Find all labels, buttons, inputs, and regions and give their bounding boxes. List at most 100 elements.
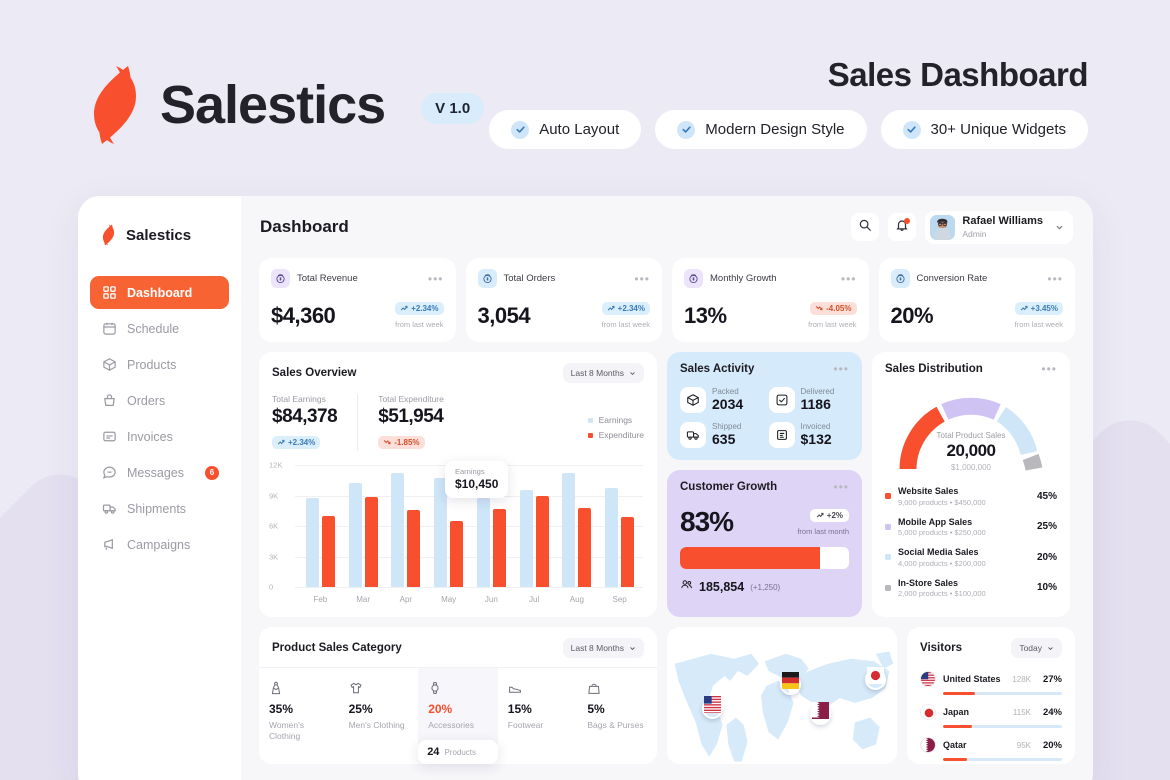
sidebar-item-invoices[interactable]: Invoices: [90, 420, 229, 453]
sidebar-item-schedule[interactable]: Schedule: [90, 312, 229, 345]
chart-bar[interactable]: [365, 497, 378, 587]
chart-bar[interactable]: [450, 521, 463, 587]
distribution-row: In-Store Sales2,000 products • $100,0001…: [885, 573, 1057, 604]
sidebar-item-campaigns[interactable]: Campaigns: [90, 528, 229, 561]
activity-label: Packed: [712, 387, 743, 396]
customer-growth-header: Customer Growth •••: [667, 470, 862, 493]
user-info: Rafael Williams Admin: [962, 215, 1043, 238]
page-title: Dashboard: [260, 217, 349, 237]
kpi-more-icon[interactable]: •••: [428, 276, 444, 282]
sales-activity-card: Sales Activity ••• Packed: [667, 352, 862, 460]
map-pin-qatar[interactable]: [810, 702, 831, 727]
chart-y-tick: 12K: [269, 461, 291, 470]
kpi-value: $4,360: [271, 303, 335, 329]
psc-cell-womens-clothing[interactable]: 35% Women's Clothing: [259, 668, 339, 757]
kpi-card-conversion-rate[interactable]: Conversion Rate ••• 20% +3.45% from last…: [879, 258, 1076, 342]
distribution-swatch: [885, 493, 891, 499]
kpi-meta: +2.34% from last week: [602, 299, 650, 329]
sales-distribution-more-icon[interactable]: •••: [1041, 366, 1057, 372]
psc-cell-accessories[interactable]: 20% Accessories 24 Products: [418, 668, 498, 757]
promo-header: Salestics V 1.0 Sales Dashboard Auto Lay…: [0, 0, 1170, 190]
chart-bar[interactable]: [477, 498, 490, 587]
psc-percent: 15%: [508, 702, 568, 716]
chart-bar[interactable]: [578, 508, 591, 587]
sidebar-item-messages[interactable]: Messages 6: [90, 456, 229, 489]
users-icon: [680, 578, 693, 596]
legend-swatch: [588, 433, 593, 438]
customer-growth-more-icon[interactable]: •••: [833, 484, 849, 490]
kpi-card-total-orders[interactable]: Total Orders ••• 3,054 +2.34% from last …: [466, 258, 663, 342]
map-pin-japan[interactable]: [865, 667, 886, 692]
tooltip-value: $10,450: [455, 477, 498, 491]
visitor-bar: [943, 692, 1062, 695]
chevron-down-icon: [1047, 645, 1054, 652]
sidebar-brand-label: Salestics: [126, 227, 191, 244]
visitor-bar: [943, 725, 1062, 728]
shoe-icon: [508, 679, 568, 695]
kpi-card-total-revenue[interactable]: Total Revenue ••• $4,360 +2.34% from las…: [259, 258, 456, 342]
kpi-more-icon[interactable]: •••: [841, 276, 857, 282]
chart-bar[interactable]: [493, 509, 506, 587]
feature-pill-label: Auto Layout: [539, 121, 619, 138]
customer-growth-footer: 185,854 (+1,250): [667, 569, 862, 596]
sidebar-item-orders[interactable]: Orders: [90, 384, 229, 417]
legend-item-earnings: Earnings: [588, 415, 644, 425]
kpi-trend: +2.34%: [395, 302, 443, 315]
notifications-button[interactable]: [888, 213, 916, 241]
chart-bar[interactable]: [605, 488, 618, 587]
kpi-trend-value: -4.05%: [826, 304, 851, 313]
user-menu[interactable]: Rafael Williams Admin: [925, 211, 1073, 244]
chart-bar[interactable]: [407, 510, 420, 587]
feature-pill-modern-design-style: Modern Design Style: [655, 110, 866, 149]
psc-cell-footwear[interactable]: 15% Footwear: [498, 668, 578, 757]
kpi-more-icon[interactable]: •••: [1047, 276, 1063, 282]
chart-bar[interactable]: [434, 478, 447, 587]
chat-icon: [102, 465, 117, 480]
main-area: Dashboard: [241, 196, 1093, 780]
psc-cell-mens-clothing[interactable]: 25% Men's Clothing: [339, 668, 419, 757]
chart-bar[interactable]: [621, 517, 634, 587]
kpi-card-monthly-growth[interactable]: Monthly Growth ••• 13% -4.05% from last …: [672, 258, 869, 342]
qa-flag-icon: [810, 704, 831, 725]
customer-growth-progress: [680, 547, 849, 569]
chart-x-tick: Feb: [299, 591, 342, 609]
map-pin-germany[interactable]: [780, 672, 801, 697]
chart-bar[interactable]: [349, 483, 362, 587]
distribution-percent: 25%: [1037, 521, 1057, 532]
search-button[interactable]: [851, 213, 879, 241]
sidebar-item-label: Messages: [127, 466, 184, 480]
feature-pill-label: 30+ Unique Widgets: [931, 121, 1067, 138]
map-pin-united-states[interactable]: [702, 696, 723, 721]
chart-bar[interactable]: [520, 490, 533, 587]
sidebar-item-dashboard[interactable]: Dashboard: [90, 276, 229, 309]
customer-growth-progress-fill: [680, 547, 820, 569]
chart-bar[interactable]: [562, 473, 575, 587]
sidebar-item-shipments[interactable]: Shipments: [90, 492, 229, 525]
chevron-down-icon[interactable]: [1050, 216, 1068, 238]
kpi-more-icon[interactable]: •••: [634, 276, 650, 282]
visitors-range-selector[interactable]: Today: [1011, 638, 1062, 658]
psc-label: Men's Clothing: [349, 720, 409, 731]
sales-overview-range-selector[interactable]: Last 8 Months: [563, 363, 644, 383]
chart-bar[interactable]: [306, 498, 319, 587]
chart-bar[interactable]: [536, 496, 549, 588]
visitor-row-japan: Japan 115K 24%: [920, 698, 1062, 731]
psc-range-selector[interactable]: Last 8 Months: [563, 638, 644, 658]
check-circle-icon: [511, 121, 529, 139]
customer-growth-meta: +2% from last month: [797, 506, 849, 536]
promo-brand: Salestics V 1.0: [88, 60, 484, 150]
dashboard-page: Salestics V 1.0 Sales Dashboard Auto Lay…: [0, 0, 1170, 780]
sales-activity-more-icon[interactable]: •••: [833, 366, 849, 372]
activity-packed: Packed 2034: [680, 387, 761, 413]
chart-bar-group: [385, 465, 428, 587]
visitor-country: United States: [943, 674, 1001, 684]
distribution-sub: 4,000 products • $200,000: [898, 559, 986, 568]
card-title: Sales Overview: [272, 367, 356, 379]
psc-cell-bags-purses[interactable]: 5% Bags & Purses: [577, 668, 657, 757]
sidebar-item-products[interactable]: Products: [90, 348, 229, 381]
chart-x-tick: Aug: [556, 591, 599, 609]
chart-bar[interactable]: [391, 473, 404, 587]
kpi-sub: from last week: [808, 320, 856, 329]
visitor-row-qatar: Qatar 95K 20%: [920, 731, 1062, 764]
chart-bar[interactable]: [322, 516, 335, 587]
